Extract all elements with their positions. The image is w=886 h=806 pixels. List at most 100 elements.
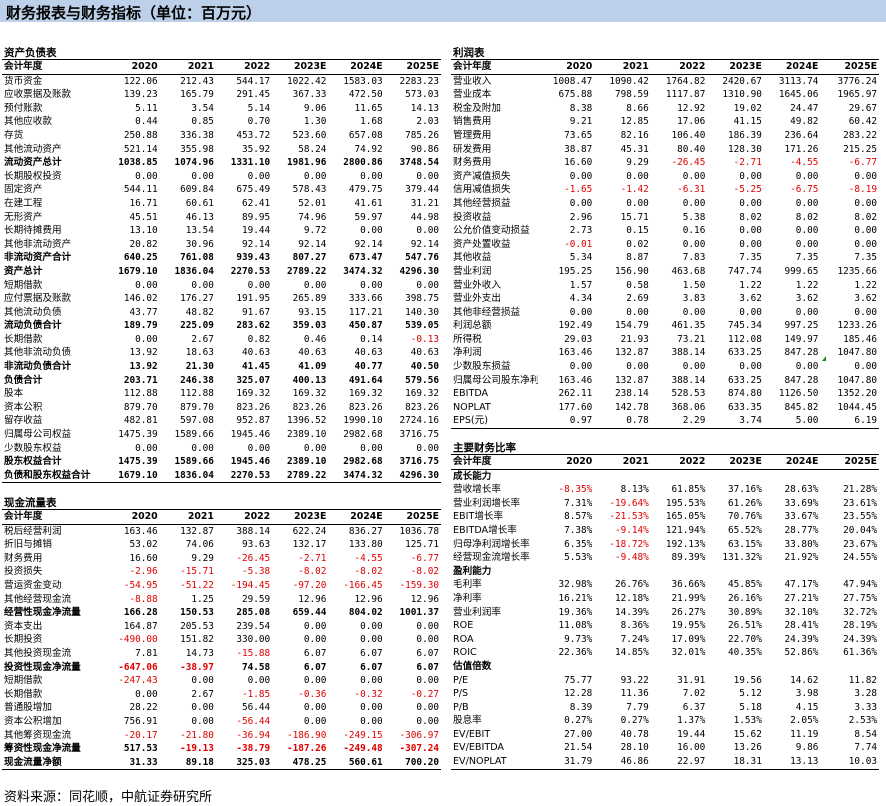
table-row: 净利润 163.46 132.87 388.14 633.25 847.28 1047.80 [451,346,879,360]
cell-value: 544.11 [123,184,158,196]
table-row: 经营性现金净流量 166.28 150.53 285.08 659.44 804.02 10… [2,606,441,620]
cell-value: 1047.80 [837,374,877,386]
cell-value: 7.81 [135,647,158,659]
cell-value: 398.75 [405,293,439,305]
cell-value: 15.71 [620,211,649,223]
table-row: EBITDA增长率 7.38% -9.14% 121.94% 65.52% 28.77% 2… [451,524,879,538]
cell-value: -8.35% [558,484,593,496]
cell-value: 15.62 [733,728,762,740]
row-label: 成长能力 [453,470,492,482]
cell-value [594,469,651,483]
row-label: 经营现金流增长率 [453,552,530,564]
row-label: 其他经营损益 [453,197,511,209]
cell-value: 46.13 [185,211,214,223]
row-label: 其他非经营损益 [453,306,521,318]
table-header-row: 会计年度 2020 2021 2022 2023E 2024E 2025E [451,59,879,75]
row-label: 其他收益 [453,252,492,264]
cell-value: 186.39 [727,129,762,141]
cell-value: 90.86 [410,143,439,155]
cell-value: 13.54 [185,225,214,237]
cell-value: -15.88 [236,647,271,659]
cell-value: 283.62 [236,320,271,332]
cell-value: 0.00 [135,333,158,345]
cell-value: 1126.50 [778,388,819,400]
cell-value: 212.43 [180,75,214,87]
cell-value: 74.58 [241,661,271,673]
table-row: 负债和股东权益合计 1679.10 1836.04 2270.53 2789.22 347… [2,468,441,484]
cell-value: 11.65 [354,102,383,114]
row-label: 归属母公司股东净利 [453,374,538,386]
cell-value: 195.25 [558,265,593,277]
header-label: 会计年度 [451,454,538,470]
cell-value: 6.19 [820,414,879,430]
row-label: 公允价值变动损益 [453,225,530,237]
cell-value: 7.79 [626,701,649,713]
row-label: 研发费用 [453,143,492,155]
cell-value: 2.05% [790,715,819,727]
cell-value: 2283.23 [399,75,439,87]
cell-value: 539.05 [405,320,439,332]
cell-value: 121.94% [665,524,706,536]
cell-value [820,565,879,579]
cell-value: -26.45 [671,157,706,169]
cell-value: 47.94% [843,579,877,591]
table-row: P/S 12.28 11.36 7.02 5.12 3.98 3.28 [451,687,879,701]
cell-value: 1233.26 [837,320,877,332]
table-row: 归属母公司股东净利 163.46 132.87 388.14 633.25 847.28 1… [451,374,879,388]
cell-value: 952.87 [236,415,271,427]
year-header: 2024E [328,509,385,525]
cell-value: 0.00 [360,170,383,182]
cell-value: 609.84 [180,184,214,196]
table-row: 资本支出 164.87 205.53 239.54 0.00 0.00 0.00 [2,620,441,634]
table-row: 股息率 0.27% 0.27% 1.37% 1.53% 2.05% 2.53% [451,714,879,728]
cell-value: 2982.68 [343,456,383,468]
cell-value: 6.37 [682,701,706,713]
cell-value: 0.00 [191,170,214,182]
table-row: 资产处置收益 -0.01 0.02 0.00 0.00 0.00 0.00 [451,238,879,252]
cell-value: 1038.85 [118,157,158,169]
cell-value: 4.15 [795,701,819,713]
cell-value: 12.96 [298,593,327,605]
cell-value: 359.03 [292,320,327,332]
cell-value: 177.60 [558,401,593,413]
cell-value: 1.30 [303,116,327,128]
cell-value: 0.82 [247,333,271,345]
table-row: 信用减值损失 -1.65 -1.42 -6.31 -5.25 -6.75 -8.19 [451,183,879,197]
year-header: 2021 [159,59,216,75]
cell-value: 8.39 [569,701,593,713]
table-row: 财务费用 16.60 9.29 -26.45 -2.71 -4.55 -6.77 [2,552,441,566]
cell-value: 156.90 [614,265,649,277]
cell-value: 0.00 [135,442,158,454]
row-label: 投资收益 [453,211,492,223]
row-label: 营运资金变动 [4,579,62,591]
row-label: 利润总额 [453,320,492,332]
cell-value: 0.00 [303,620,327,632]
cell-value: 1583.03 [343,75,383,87]
cell-value: 330.00 [236,634,271,646]
table-row: 其他收益 5.34 8.87 7.83 7.35 7.35 7.35 [451,251,879,265]
row-label: EV/NOPLAT [451,755,538,770]
cell-value: 807.27 [292,252,327,264]
cell-value: 0.00 [626,197,649,209]
row-label: 资本支出 [4,620,43,632]
cell-value: 239.54 [236,620,271,632]
row-label: EBITDA [453,388,489,400]
cell-value: 8.57% [564,511,593,523]
cell-value: 195.53% [665,497,706,509]
cell-value: -249.48 [343,743,383,755]
cell-value: 149.97 [784,333,819,345]
cell-value: 6.07 [360,647,383,659]
cell-value: 0.00 [247,675,271,687]
cell-value: 14.39% [614,606,649,618]
row-label: 普通股增加 [4,702,52,714]
cell-value: 3.62 [739,293,762,305]
cell-value: 0.00 [795,306,819,318]
cell-value: 999.65 [784,265,819,277]
row-label: EPS(元) [451,414,538,430]
cell-value: 17.06 [677,116,706,128]
cell-value: 92.14 [298,238,327,250]
cell-value: 8.13% [620,484,649,496]
table-row: 应收票据及账款 139.23 165.79 291.45 367.33 472.50 573… [2,88,441,102]
cell-value: 61.85% [671,484,706,496]
cell-value: 355.98 [180,143,214,155]
